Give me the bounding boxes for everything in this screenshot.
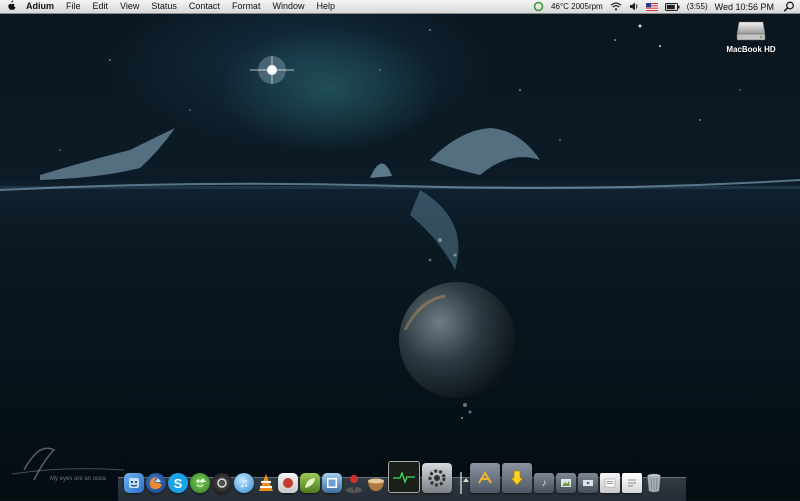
- battery-time[interactable]: (3:55): [687, 2, 708, 11]
- downloads-folder-icon[interactable]: [502, 463, 532, 493]
- app-icon-bowl[interactable]: [366, 473, 386, 493]
- adium-icon[interactable]: [190, 473, 210, 493]
- hard-drive-icon: [735, 18, 767, 42]
- volume-icon[interactable]: [629, 2, 639, 11]
- activity-monitor-icon[interactable]: [388, 461, 420, 493]
- pictures-folder-icon[interactable]: [556, 473, 576, 493]
- menu-view[interactable]: View: [114, 0, 145, 13]
- finder-icon[interactable]: [124, 473, 144, 493]
- joystick-icon[interactable]: [344, 473, 364, 493]
- vlc-icon[interactable]: [256, 473, 276, 493]
- music-folder-icon[interactable]: ♪: [534, 473, 554, 493]
- apple-icon[interactable]: [0, 0, 22, 13]
- macbook-hd-desktop-icon[interactable]: MacBook HD: [724, 18, 778, 54]
- itunes-icon[interactable]: ♫: [234, 473, 254, 493]
- menu-edit[interactable]: Edit: [87, 0, 115, 13]
- applications-folder-icon[interactable]: [470, 463, 500, 493]
- wifi-icon[interactable]: [610, 2, 622, 11]
- menu-file[interactable]: File: [60, 0, 87, 13]
- desktop-wallpaper: [0, 0, 800, 500]
- clock[interactable]: Wed 10:56 PM: [715, 2, 774, 12]
- us-flag-icon[interactable]: [645, 2, 658, 11]
- menu-format[interactable]: Format: [226, 0, 267, 13]
- temperature-fan-readout[interactable]: 46°C 2005rpm: [551, 2, 603, 11]
- trash-icon[interactable]: [644, 473, 664, 493]
- battery-icon[interactable]: [664, 2, 680, 11]
- running-indicator: [200, 478, 206, 482]
- menu-window[interactable]: Window: [266, 0, 310, 13]
- dock-separator: [460, 472, 462, 494]
- movies-folder-icon[interactable]: [578, 473, 598, 493]
- preview-icon[interactable]: [322, 473, 342, 493]
- wallpaper-art: [0, 24, 800, 420]
- running-indicator: [463, 478, 469, 482]
- skype-icon[interactable]: S: [168, 473, 188, 493]
- text-document-icon[interactable]: [622, 473, 642, 493]
- running-indicator: [155, 478, 161, 482]
- quicktime-icon[interactable]: [212, 473, 232, 493]
- documents-stack-icon[interactable]: [600, 473, 620, 493]
- app-icon-stamp[interactable]: [278, 473, 298, 493]
- app-icon-leaf[interactable]: [300, 473, 320, 493]
- menu-contact[interactable]: Contact: [183, 0, 226, 13]
- watermark-tagline: My eyes are an ocea: [50, 476, 106, 482]
- adium-status-icon[interactable]: [533, 1, 544, 12]
- menu-app-name[interactable]: Adium: [22, 0, 60, 13]
- system-preferences-icon[interactable]: [422, 463, 452, 493]
- macbook-hd-label: MacBook HD: [726, 45, 776, 54]
- spotlight-icon[interactable]: [783, 1, 795, 12]
- menu-status[interactable]: Status: [145, 0, 183, 13]
- menu-bar: Adium File Edit View Status Contact Form…: [0, 0, 800, 14]
- menu-help[interactable]: Help: [310, 0, 341, 13]
- firefox-icon[interactable]: [146, 473, 166, 493]
